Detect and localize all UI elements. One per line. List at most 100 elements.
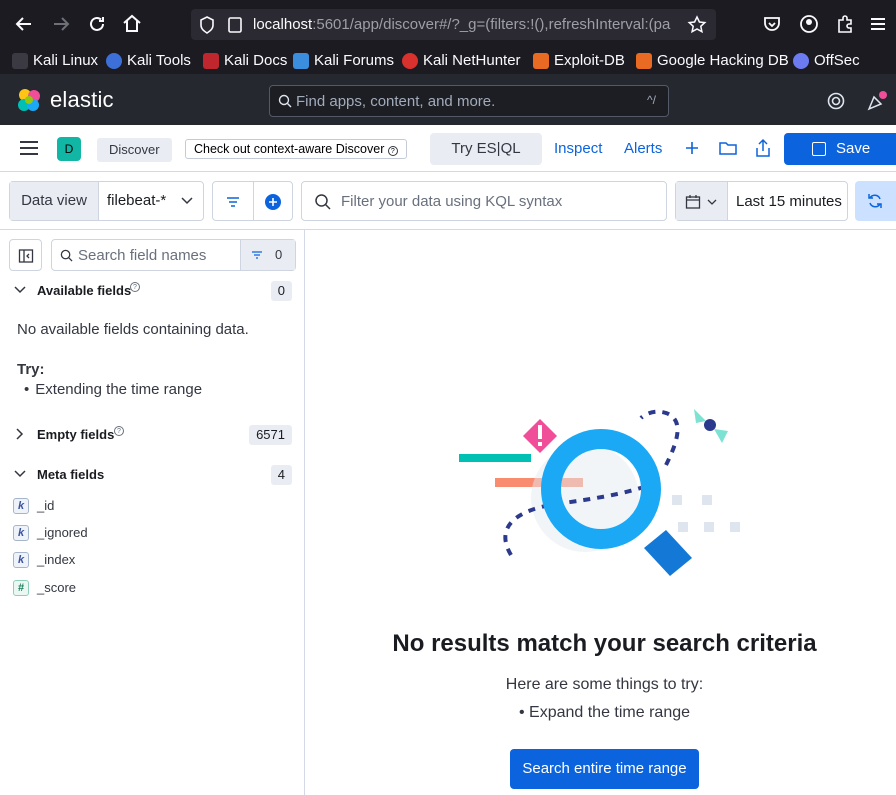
menu-icon[interactable]: [866, 12, 890, 36]
chevron-down-icon[interactable]: [181, 194, 193, 206]
calendar-icon: [685, 195, 701, 209]
bookmark-offsec[interactable]: OffSec: [793, 52, 860, 69]
account-icon[interactable]: [797, 12, 821, 36]
bookmark-kali-nethunter[interactable]: Kali NetHunter: [402, 52, 521, 69]
quick-menu-button[interactable]: [676, 182, 728, 220]
new-plus-icon[interactable]: [682, 138, 702, 158]
empty-state-suggestion: • Expand the time range: [518, 704, 691, 721]
kali-dragon-icon: [12, 52, 28, 69]
help-lifebuoy-icon[interactable]: [826, 91, 846, 111]
page-icon[interactable]: [225, 15, 245, 35]
meta-fields-accordion[interactable]: Meta fields 4: [0, 463, 305, 487]
kibana-header: elastic Find apps, content, and more. ^/: [0, 74, 896, 125]
kali-docs-icon: [203, 52, 219, 69]
forward-arrow-icon[interactable]: [49, 12, 73, 36]
context-aware-badge[interactable]: Check out context-aware Discover ?: [185, 139, 407, 159]
empty-fields-count: 6571: [249, 425, 292, 445]
browser-toolbar: localhost:5601/app/discover#/?_g=(filter…: [0, 0, 896, 48]
bookmark-star-icon[interactable]: [687, 15, 707, 35]
panel-toggle-icon: [18, 249, 34, 263]
inspect-link[interactable]: Inspect: [554, 140, 602, 157]
no-fields-message: No available fields containing data.: [17, 321, 249, 338]
ghdb-icon: [636, 52, 652, 69]
save-disk-icon: [812, 142, 826, 156]
url-text[interactable]: localhost:5601/app/discover#/?_g=(filter…: [253, 16, 683, 33]
field-type-filter-button[interactable]: 0: [240, 240, 295, 270]
keyword-type-icon: k: [13, 498, 29, 514]
try-esql-button[interactable]: Try ES|QL: [430, 133, 542, 165]
empty-state-subtitle: Here are some things to try:: [505, 676, 704, 693]
global-search-input[interactable]: Find apps, content, and more. ^/: [269, 85, 669, 117]
help-circle-icon: ?: [130, 282, 140, 292]
help-circle-icon: ?: [114, 426, 124, 436]
news-cheer-icon[interactable]: [866, 90, 888, 112]
empty-fields-accordion[interactable]: Empty fields ? 6571: [0, 423, 305, 447]
chevron-down-icon: [707, 199, 717, 205]
search-icon: [315, 194, 331, 210]
space-avatar[interactable]: D: [57, 137, 81, 161]
number-type-icon: #: [13, 580, 29, 596]
kali-forums-icon: [293, 52, 309, 69]
url-bar[interactable]: localhost:5601/app/discover#/?_g=(filter…: [191, 9, 716, 40]
shield-icon[interactable]: [197, 15, 217, 35]
bookmark-google-hacking-db[interactable]: Google Hacking DB: [636, 52, 789, 69]
filter-controls: [212, 181, 293, 221]
bookmarks-bar: Kali Linux Kali Tools Kali Docs Kali For…: [0, 48, 896, 74]
bookmark-kali-tools[interactable]: Kali Tools: [106, 52, 191, 69]
reload-icon[interactable]: [85, 12, 109, 36]
filter-icon: [252, 251, 262, 259]
data-view-value[interactable]: filebeat-*: [107, 192, 166, 209]
extensions-icon[interactable]: [833, 12, 857, 36]
kali-tools-icon: [106, 52, 122, 69]
offsec-icon: [793, 52, 809, 69]
bookmark-exploit-db[interactable]: Exploit-DB: [533, 52, 625, 69]
chevron-down-icon: [14, 470, 26, 478]
chevron-down-icon: [14, 286, 26, 294]
share-icon[interactable]: [753, 138, 773, 158]
collapse-sidebar-button[interactable]: [9, 239, 42, 271]
exploit-db-icon: [533, 52, 549, 69]
nethunter-icon: [402, 52, 418, 69]
refresh-button[interactable]: [855, 181, 896, 221]
home-icon[interactable]: [120, 12, 144, 36]
time-range-text[interactable]: Last 15 minutes: [736, 193, 842, 210]
field-list-sidebar: Search field names 0 Available fields ? …: [0, 230, 305, 795]
data-view-picker[interactable]: Data view filebeat-*: [9, 181, 204, 221]
save-button[interactable]: Save: [784, 133, 896, 165]
pocket-icon[interactable]: [760, 12, 784, 36]
breadcrumb-discover[interactable]: Discover: [97, 138, 172, 162]
kql-query-input[interactable]: Filter your data using KQL syntax: [301, 181, 667, 221]
bookmark-kali-linux[interactable]: Kali Linux: [12, 52, 98, 69]
keyword-type-icon: k: [13, 525, 29, 541]
keyword-type-icon: k: [13, 552, 29, 568]
open-folder-icon[interactable]: [718, 138, 738, 158]
field-search-input[interactable]: Search field names 0: [51, 239, 296, 271]
search-entire-time-range-button[interactable]: Search entire time range: [510, 749, 699, 789]
try-suggestion: • Extending the time range: [24, 381, 203, 398]
search-icon: [60, 249, 73, 262]
bookmark-kali-forums[interactable]: Kali Forums: [293, 52, 394, 69]
query-bar: Data view filebeat-* Filter your data us…: [0, 172, 896, 230]
refresh-icon: [868, 194, 882, 208]
bookmark-kali-docs[interactable]: Kali Docs: [203, 52, 287, 69]
available-fields-accordion[interactable]: Available fields ? 0: [0, 279, 305, 303]
alerts-link[interactable]: Alerts: [624, 140, 662, 157]
discover-main-panel: No results match your search criteria He…: [306, 230, 896, 795]
available-fields-count: 0: [270, 281, 292, 301]
elastic-cluster-icon: [18, 89, 40, 111]
filter-options-icon[interactable]: [225, 194, 241, 210]
meta-fields-count: 4: [270, 465, 292, 485]
hamburger-menu-icon[interactable]: [20, 141, 38, 155]
back-arrow-icon[interactable]: [12, 12, 36, 36]
data-view-label: Data view: [10, 182, 99, 220]
add-filter-icon[interactable]: [264, 193, 282, 211]
app-toolbar: D Discover Check out context-aware Disco…: [0, 125, 896, 172]
empty-state-title: No results match your search criteria: [392, 630, 817, 657]
help-circle-icon: ?: [387, 146, 398, 156]
elastic-logo[interactable]: elastic: [16, 87, 114, 113]
try-label: Try:: [17, 361, 45, 378]
search-icon: [278, 94, 292, 108]
time-picker[interactable]: Last 15 minutes: [675, 181, 848, 221]
no-results-illustration: [459, 409, 740, 576]
chevron-right-icon: [16, 428, 24, 440]
